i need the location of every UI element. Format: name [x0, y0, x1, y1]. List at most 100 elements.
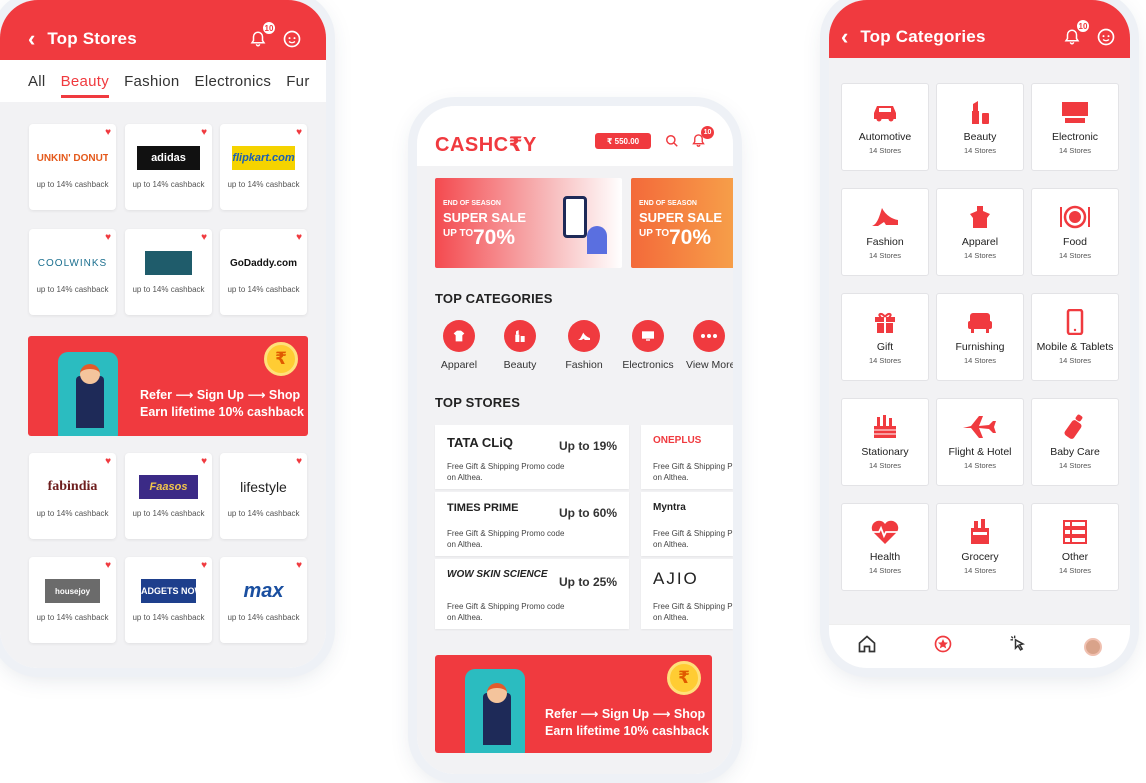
shirt-icon — [937, 203, 1023, 231]
store-count: 14 Stores — [868, 356, 902, 365]
gift-icon — [842, 308, 928, 336]
tab-beauty[interactable]: Beauty — [60, 65, 110, 98]
heart-icon[interactable]: ♥ — [201, 128, 207, 138]
store-card[interactable]: ♥ flipkart.com up to 14% cashback — [220, 124, 307, 210]
store-card[interactable]: ♥ GADGETS NOW up to 14% cashback — [125, 557, 212, 643]
category-apparel[interactable]: Apparel — [432, 320, 486, 371]
category-card-baby-care[interactable]: Baby Care 14 Stores — [1031, 398, 1119, 486]
home-phone: CASHC₹Y ₹ 550.00 10 END OF SEASON SUPER … — [417, 106, 733, 774]
category-card-beauty[interactable]: Beauty 14 Stores — [936, 83, 1024, 171]
tab-furniture[interactable]: Fur — [286, 65, 309, 98]
heart-icon[interactable]: ♥ — [201, 233, 207, 243]
profile-face-icon[interactable] — [280, 27, 304, 51]
sale-banner[interactable]: END OF SEASON SUPER SALE UP TO 70% — [631, 178, 733, 268]
sale-banner[interactable]: END OF SEASON SUPER SALE UP TO 70% — [435, 178, 622, 268]
tab-fashion[interactable]: Fashion — [124, 65, 179, 98]
heart-icon[interactable]: ♥ — [296, 128, 302, 138]
category-card-grocery[interactable]: Grocery 14 Stores — [936, 503, 1024, 591]
wallet-balance[interactable]: ₹ 550.00 — [595, 133, 651, 149]
category-card-apparel[interactable]: Apparel 14 Stores — [936, 188, 1024, 276]
store-card[interactable]: ♥ max up to 14% cashback — [220, 557, 307, 643]
grid-icon — [1032, 518, 1118, 546]
store-card[interactable]: ♥ GoDaddy.com up to 14% cashback — [220, 229, 307, 315]
top-store-card[interactable]: ONEPLUS Free Gift & Shipping Promo code … — [641, 425, 733, 489]
refer-line-1: Refer ⟶ Sign Up ⟶ Shop — [140, 388, 301, 402]
car-icon — [842, 98, 928, 126]
top-stores-header: ‹ Top Stores 10 — [0, 0, 326, 60]
category-card-other[interactable]: Other 14 Stores — [1031, 503, 1119, 591]
store-card[interactable]: ♥ lifestyle up to 14% cashback — [220, 453, 307, 539]
store-count: 14 Stores — [1058, 566, 1092, 575]
store-card[interactable]: ♥ COOLWINKS up to 14% cashback — [29, 229, 116, 315]
profile-face-icon[interactable] — [1094, 25, 1118, 49]
store-logo — [145, 251, 192, 275]
plane-icon — [937, 413, 1023, 441]
refer-banner[interactable]: ₹ Refer ⟶ Sign Up ⟶ Shop Earn lifetime 1… — [435, 655, 712, 753]
cashback-text: up to 14% cashback — [36, 509, 109, 518]
banner-title: SUPER SALE — [443, 210, 527, 225]
store-logo: lifestyle — [240, 479, 287, 495]
star-badge-icon[interactable] — [933, 634, 953, 659]
banner-eyebrow: END OF SEASON — [639, 200, 697, 207]
heel-icon — [568, 320, 600, 352]
heart-icon[interactable]: ♥ — [201, 457, 207, 467]
category-card-food[interactable]: Food 14 Stores — [1031, 188, 1119, 276]
phone-icon — [1032, 308, 1118, 336]
bell-icon[interactable]: 10 — [246, 21, 276, 51]
heart-icon[interactable]: ♥ — [105, 457, 111, 467]
heart-icon[interactable]: ♥ — [296, 561, 302, 571]
category-beauty[interactable]: Beauty — [493, 320, 547, 371]
store-card[interactable]: ♥ DUNKIN' DONUTS up to 14% cashback — [29, 124, 116, 210]
heart-icon[interactable]: ♥ — [201, 561, 207, 571]
category-card-furnishing[interactable]: Furnishing 14 Stores — [936, 293, 1024, 381]
top-store-card[interactable]: TIMES PRIME Up to 60% Free Gift & Shippi… — [435, 492, 629, 556]
heart-icon[interactable]: ♥ — [105, 561, 111, 571]
top-store-card[interactable]: AJIO Free Gift & Shipping Promo code on … — [641, 559, 733, 629]
person-head-illustration — [487, 683, 507, 703]
category-card-electronic[interactable]: Electronic 14 Stores — [1031, 83, 1119, 171]
store-card[interactable]: ♥ up to 14% cashback — [125, 229, 212, 315]
store-card[interactable]: ♥ housejoy up to 14% cashback — [29, 557, 116, 643]
heart-icon[interactable]: ♥ — [105, 233, 111, 243]
heart-icon[interactable]: ♥ — [296, 457, 302, 467]
store-count: 14 Stores — [868, 251, 902, 260]
back-arrow-icon[interactable]: ‹ — [28, 28, 35, 50]
avatar[interactable] — [1084, 637, 1103, 656]
heart-icon[interactable]: ♥ — [296, 233, 302, 243]
refer-line-2: Earn lifetime 10% cashback — [545, 724, 709, 738]
category-card-health[interactable]: Health 14 Stores — [841, 503, 929, 591]
category-fashion[interactable]: Fashion — [557, 320, 611, 371]
category-card-stationary[interactable]: Stationary 14 Stores — [841, 398, 929, 486]
store-card[interactable]: ♥ fabindia up to 14% cashback — [29, 453, 116, 539]
category-card-automotive[interactable]: Automotive 14 Stores — [841, 83, 929, 171]
category-name: Automotive — [858, 131, 912, 143]
cashback-text: up to 14% cashback — [132, 613, 205, 622]
click-cursor-icon[interactable] — [1008, 634, 1028, 659]
store-card[interactable]: ♥ adidas up to 14% cashback — [125, 124, 212, 210]
bell-icon[interactable]: 10 — [1060, 19, 1090, 49]
top-store-card[interactable]: TATA CLiQ Up to 19% Free Gift & Shipping… — [435, 425, 629, 489]
store-logo: DUNKIN' DONUTS — [37, 146, 108, 170]
store-count: 14 Stores — [963, 566, 997, 575]
category-card-fashion[interactable]: Fashion 14 Stores — [841, 188, 929, 276]
home-screen: CASHC₹Y ₹ 550.00 10 END OF SEASON SUPER … — [417, 106, 733, 774]
refer-banner[interactable]: ₹ Refer ⟶ Sign Up ⟶ Shop Earn lifetime 1… — [28, 336, 308, 436]
top-store-card[interactable]: Myntra Free Gift & Shipping Promo code o… — [641, 492, 733, 556]
brand-logo: CASHC₹Y — [435, 134, 537, 156]
category-card-gift[interactable]: Gift 14 Stores — [841, 293, 929, 381]
category-electronics[interactable]: Electronics — [621, 320, 675, 371]
category-card-flight[interactable]: Flight & Hotel 14 Stores — [936, 398, 1024, 486]
back-arrow-icon[interactable]: ‹ — [841, 26, 848, 48]
home-icon[interactable] — [857, 634, 877, 659]
bell-icon[interactable]: 10 — [691, 126, 714, 153]
basket-icon — [937, 518, 1023, 546]
top-store-card[interactable]: WOW SKIN SCIENCE Up to 25% Free Gift & S… — [435, 559, 629, 629]
category-view-more[interactable]: View More — [682, 320, 733, 371]
store-card[interactable]: ♥ Faasos up to 14% cashback — [125, 453, 212, 539]
tab-electronics[interactable]: Electronics — [195, 65, 272, 98]
cashback-text: up to 14% cashback — [132, 509, 205, 518]
heart-icon[interactable]: ♥ — [105, 128, 111, 138]
tab-all[interactable]: All — [28, 65, 46, 98]
search-icon[interactable] — [665, 134, 679, 153]
category-card-mobile[interactable]: Mobile & Tablets 14 Stores — [1031, 293, 1119, 381]
